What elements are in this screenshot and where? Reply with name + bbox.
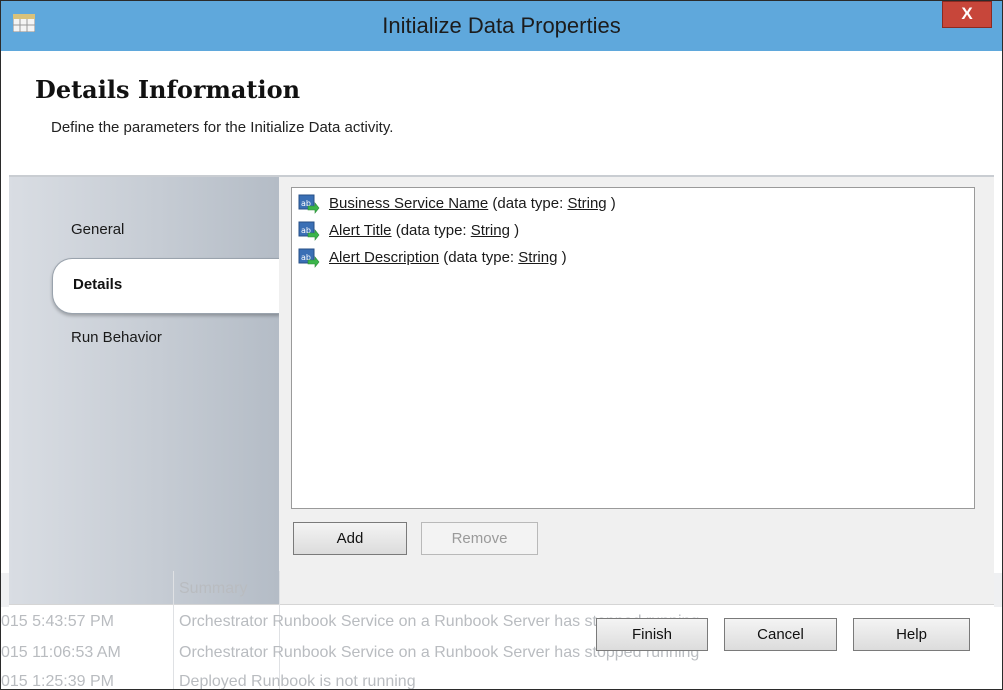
finish-button[interactable]: Finish <box>596 618 708 651</box>
properties-dialog: Initialize Data Properties X Details Inf… <box>0 0 1003 690</box>
sidebar-item-details-label: Details <box>73 276 123 293</box>
parameter-list[interactable]: ab Business Service Name (data type: Str… <box>291 187 975 509</box>
parameter-type-suffix: ) <box>557 249 567 266</box>
parameter-type-prefix: (data type: <box>439 249 519 266</box>
close-button[interactable]: X <box>942 1 992 28</box>
parameter-type[interactable]: String <box>471 222 510 239</box>
parameter-type-prefix: (data type: <box>488 195 568 212</box>
parameter-name[interactable]: Alert Description <box>329 249 439 266</box>
close-icon: X <box>961 4 973 23</box>
help-button[interactable]: Help <box>853 618 970 651</box>
background-row-time: 015 5:43:57 PM <box>1 613 114 630</box>
sidebar-item-general[interactable]: General <box>71 221 124 238</box>
page-subtitle: Define the parameters for the Initialize… <box>51 119 394 136</box>
background-row-summary: Deployed Runbook is not running <box>179 673 416 690</box>
title-bar[interactable]: Initialize Data Properties X <box>1 1 1002 51</box>
parameter-type[interactable]: String <box>567 195 606 212</box>
background-row-time: 015 11:06:53 AM <box>1 644 121 661</box>
parameter-icon: ab <box>298 194 320 214</box>
parameter-name[interactable]: Business Service Name <box>329 195 488 212</box>
sidebar-item-run-behavior[interactable]: Run Behavior <box>71 329 162 346</box>
background-row-time: 015 1:25:39 PM <box>1 673 114 690</box>
add-button[interactable]: Add <box>293 522 407 555</box>
cancel-button[interactable]: Cancel <box>724 618 837 651</box>
details-header: Details Information Define the parameter… <box>9 51 994 175</box>
page-title: Details Information <box>35 75 301 104</box>
parameter-type-suffix: ) <box>606 195 616 212</box>
parameter-name[interactable]: Alert Title <box>329 222 392 239</box>
parameter-icon: ab <box>298 221 320 241</box>
parameter-icon: ab <box>298 248 320 268</box>
remove-button[interactable]: Remove <box>421 522 538 555</box>
sidebar: General Run Behavior <box>9 177 279 604</box>
parameter-type-prefix: (data type: <box>391 222 471 239</box>
parameter-type[interactable]: String <box>518 249 557 266</box>
background-column-header: Summary <box>179 580 248 597</box>
sidebar-item-details[interactable]: Details <box>52 258 280 314</box>
background-grid-line <box>173 571 174 689</box>
parameter-type-suffix: ) <box>509 222 520 239</box>
window-title: Initialize Data Properties <box>382 13 621 38</box>
footer-divider <box>9 604 994 605</box>
